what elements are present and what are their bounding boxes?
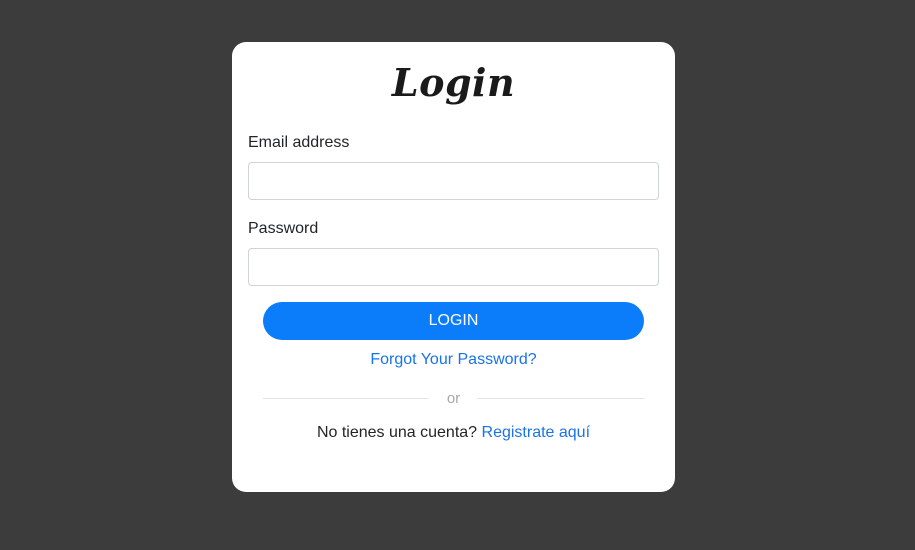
page-title: Login [391,60,516,105]
login-card: Login Email address Password LOGIN Forgo… [232,42,675,492]
email-field[interactable] [248,162,659,200]
divider-text: or [446,390,461,407]
password-label: Password [248,220,319,237]
password-field[interactable] [248,248,659,286]
email-label: Email address [248,134,350,151]
register-link[interactable]: Registrate aquí [482,424,591,441]
register-prompt: No tienes una cuenta? [316,424,482,441]
login-button[interactable]: LOGIN [263,302,644,340]
register-row: No tienes una cuenta? Registrate aquí [232,423,675,443]
divider-line-right [477,398,644,399]
forgot-password-link[interactable]: Forgot Your Password? [232,350,675,370]
or-divider: or [263,389,644,409]
